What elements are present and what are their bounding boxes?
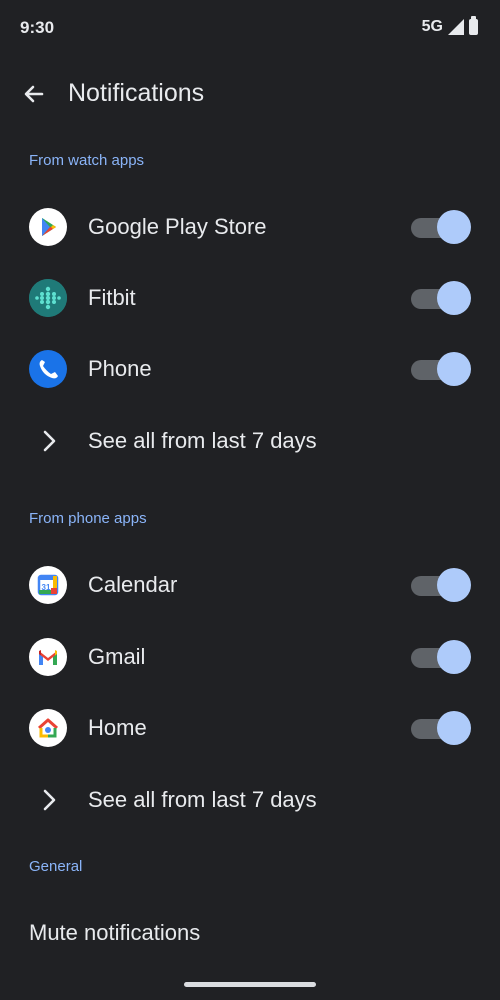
toggle-thumb — [437, 281, 471, 315]
status-bar: 9:30 5G — [0, 0, 500, 56]
toggle-gmail[interactable] — [411, 640, 471, 674]
google-home-icon — [29, 709, 67, 747]
app-name: Google Play Store — [88, 214, 267, 239]
toggle-google-play-store[interactable] — [411, 210, 471, 244]
status-time: 9:30 — [20, 18, 55, 37]
mute-notifications-row[interactable]: Mute notifications — [0, 900, 500, 964]
app-row-fitbit[interactable]: Fitbit — [0, 263, 500, 333]
app-row-calendar[interactable]: 31 Calendar — [0, 550, 500, 620]
app-name: Calendar — [88, 572, 178, 597]
see-all-label: See all from last 7 days — [88, 787, 317, 812]
app-bar: Notifications — [0, 64, 500, 124]
toggle-thumb — [437, 352, 471, 386]
gesture-nav-handle[interactable] — [184, 982, 316, 987]
app-row-google-play-store[interactable]: Google Play Store — [0, 192, 500, 262]
network-type: 5G — [421, 18, 443, 35]
gmail-icon — [29, 638, 67, 676]
mute-notifications-label: Mute notifications — [29, 920, 201, 945]
signal-icon — [448, 19, 464, 35]
app-row-phone[interactable]: Phone — [0, 334, 500, 404]
app-row-home[interactable]: Home — [0, 693, 500, 763]
app-name: Phone — [88, 356, 152, 381]
calendar-icon: 31 — [29, 566, 67, 604]
svg-text:31: 31 — [42, 583, 51, 592]
toggle-thumb — [437, 711, 471, 745]
app-name: Fitbit — [88, 285, 136, 310]
google-play-icon — [29, 208, 67, 246]
page-title: Notifications — [68, 79, 205, 107]
section-header-general: General — [29, 858, 83, 875]
section-header-phone-apps: From phone apps — [29, 510, 147, 527]
see-all-label: See all from last 7 days — [88, 428, 317, 453]
app-name: Home — [88, 715, 147, 740]
toggle-fitbit[interactable] — [411, 281, 471, 315]
back-button[interactable] — [18, 78, 50, 110]
battery-icon — [469, 16, 478, 35]
toggle-thumb — [437, 640, 471, 674]
arrow-back-icon — [24, 85, 44, 103]
status-icons: 5G — [421, 16, 478, 36]
toggle-home[interactable] — [411, 711, 471, 745]
see-all-watch-apps[interactable]: See all from last 7 days — [0, 406, 500, 476]
phone-icon — [29, 350, 67, 388]
toggle-thumb — [437, 568, 471, 602]
toggle-calendar[interactable] — [411, 568, 471, 602]
chevron-right-icon — [43, 430, 56, 452]
see-all-phone-apps[interactable]: See all from last 7 days — [0, 765, 500, 835]
toggle-phone[interactable] — [411, 352, 471, 386]
toggle-thumb — [437, 210, 471, 244]
app-row-gmail[interactable]: Gmail — [0, 622, 500, 692]
chevron-right-icon — [43, 789, 56, 811]
fitbit-icon — [29, 279, 67, 317]
app-name: Gmail — [88, 644, 146, 669]
section-header-watch-apps: From watch apps — [29, 152, 145, 169]
